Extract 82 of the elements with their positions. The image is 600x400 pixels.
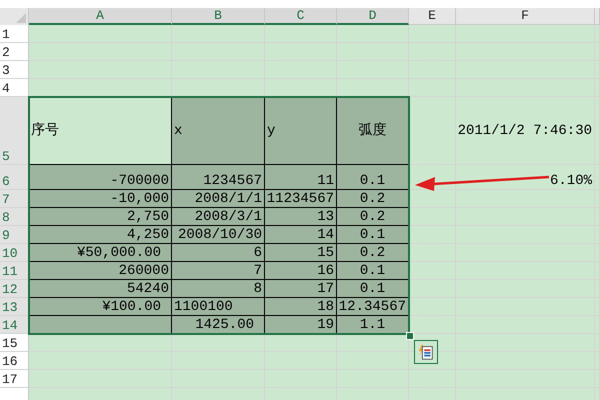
row-header[interactable]: 14	[0, 316, 29, 334]
table-cell: ¥50,000.00	[29, 244, 172, 262]
paste-options-icon	[417, 343, 435, 361]
column-header[interactable]: E	[409, 8, 456, 25]
row-header[interactable]: 17	[0, 370, 29, 388]
row-header[interactable]: 3	[0, 61, 29, 79]
paste-options-button[interactable]	[414, 340, 438, 364]
cell-value: 6.10%	[550, 173, 592, 189]
row-header[interactable]: 13	[0, 298, 29, 316]
table-cell: 54240	[29, 280, 172, 298]
table-cell: 0.2	[337, 244, 409, 262]
row-header[interactable]: 4	[0, 79, 29, 97]
grid-cell	[409, 280, 456, 298]
row-header[interactable]: 8	[0, 208, 29, 226]
column-header[interactable]: C	[265, 8, 337, 25]
table-cell: 1425.00	[172, 316, 265, 334]
column-header[interactable]: D	[337, 8, 409, 25]
row-header[interactable]: 11	[0, 262, 29, 280]
table-cell: 2008/3/1	[172, 208, 265, 226]
table-cell: 弧度	[337, 97, 409, 165]
row-header[interactable]: 9	[0, 226, 29, 244]
table-cell: -700000	[29, 165, 172, 190]
corner-triangle-icon	[16, 13, 26, 23]
column-header[interactable]	[595, 8, 600, 25]
grid-cell	[409, 25, 456, 43]
table-cell: 0.1	[337, 280, 409, 298]
table-cell: 0.1	[337, 262, 409, 280]
table-cell: 13	[265, 208, 337, 226]
table-cell: x	[172, 97, 265, 165]
row-header[interactable]: 5	[0, 97, 29, 165]
table-cell: 260000	[29, 262, 172, 280]
table-cell: -10,000	[29, 190, 172, 208]
column-header[interactable]: A	[29, 8, 172, 25]
grid-cell	[409, 298, 456, 316]
table-cell: 2008/1/1	[172, 190, 265, 208]
grid-cell	[409, 262, 456, 280]
table-cell: 11	[265, 165, 337, 190]
row-header[interactable]: 16	[0, 352, 29, 370]
column-header[interactable]: F	[456, 8, 595, 25]
row-header[interactable]: 10	[0, 244, 29, 262]
table-cell: 4,250	[29, 226, 172, 244]
grid-cell	[265, 334, 337, 352]
table-cell: 序号	[29, 97, 172, 165]
table-cell: 7	[172, 262, 265, 280]
grid-cell	[409, 190, 456, 208]
table-cell: 18	[265, 298, 337, 316]
fill-handle[interactable]	[406, 332, 414, 340]
row-header[interactable]: 1	[0, 25, 29, 43]
table-cell: 16	[265, 262, 337, 280]
table-cell: 1.1	[337, 316, 409, 334]
table-cell: 12.34567	[337, 298, 409, 316]
table-cell: 14	[265, 226, 337, 244]
table-cell: 19	[265, 316, 337, 334]
table-cell: 8	[172, 280, 265, 298]
table-cell: 0.2	[337, 190, 409, 208]
row-header[interactable]: 7	[0, 190, 29, 208]
table-cell: 2,750	[29, 208, 172, 226]
table-cell: 1100100	[172, 298, 265, 316]
table-cell: ¥100.00	[29, 298, 172, 316]
grid-cell	[409, 226, 456, 244]
grid-cell	[409, 244, 456, 262]
table-cell: 15	[265, 244, 337, 262]
grid-cell	[409, 208, 456, 226]
table-cell: 0.2	[337, 208, 409, 226]
column-header[interactable]: B	[172, 8, 265, 25]
row-header[interactable]: 15	[0, 334, 29, 352]
table-cell: 0.1	[337, 165, 409, 190]
row-header[interactable]: 2	[0, 43, 29, 61]
grid-cell	[409, 79, 456, 97]
table-cell: 11234567	[265, 190, 337, 208]
table-cell: 1234567	[172, 165, 265, 190]
table-cell: 6	[172, 244, 265, 262]
grid-cell	[337, 25, 409, 43]
select-all-corner[interactable]	[0, 8, 29, 25]
table-cell: y	[265, 97, 337, 165]
table-cell: 0.1	[337, 226, 409, 244]
cell-value: 2011/1/2 7:46:30	[458, 122, 592, 138]
row-header[interactable]: 12	[0, 280, 29, 298]
table-cell: 17	[265, 280, 337, 298]
table-cell: 2008/10/30	[172, 226, 265, 244]
grid-cell	[265, 25, 337, 43]
row-header[interactable]: 6	[0, 165, 29, 190]
